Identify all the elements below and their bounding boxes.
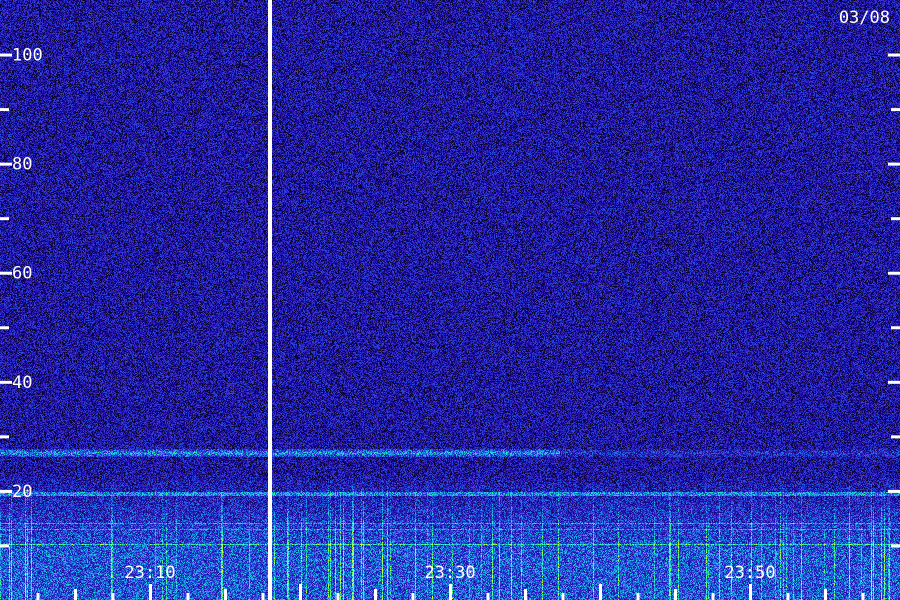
x-tick bbox=[186, 593, 190, 600]
x-tick bbox=[636, 593, 640, 600]
y-major-tick bbox=[0, 489, 12, 493]
x-tick bbox=[524, 589, 527, 600]
y-tick-label: 100 bbox=[12, 46, 43, 66]
y-minor-tick bbox=[0, 326, 9, 330]
x-tick bbox=[111, 593, 115, 600]
y-axis-ticks: 20 40 60 80 100 bbox=[0, 46, 900, 548]
y-tick-label: 40 bbox=[12, 373, 32, 393]
x-tick bbox=[149, 584, 152, 600]
x-tick bbox=[599, 584, 602, 600]
x-tick bbox=[374, 589, 377, 600]
x-tick bbox=[261, 593, 265, 600]
x-tick-label: 23:30 bbox=[424, 563, 475, 583]
x-tick bbox=[674, 589, 677, 600]
y-major-tick-right bbox=[888, 271, 900, 275]
x-tick bbox=[336, 593, 340, 600]
y-minor-tick-right bbox=[891, 217, 900, 221]
y-tick-label: 20 bbox=[12, 482, 32, 502]
x-tick bbox=[449, 584, 452, 600]
x-tick bbox=[786, 593, 790, 600]
chart-axes-overlay: 20 40 60 80 100 23:10 23:30 23:50 03/08 bbox=[0, 0, 900, 600]
y-major-tick bbox=[0, 53, 12, 57]
y-major-tick-right bbox=[888, 53, 900, 57]
y-major-tick-right bbox=[888, 162, 900, 166]
y-minor-tick bbox=[0, 217, 9, 221]
y-major-tick bbox=[0, 162, 12, 166]
x-tick bbox=[224, 589, 227, 600]
x-tick bbox=[561, 593, 565, 600]
y-minor-tick bbox=[0, 544, 9, 548]
x-axis-ticks: 23:10 23:30 23:50 bbox=[36, 563, 865, 600]
y-tick-label: 80 bbox=[12, 155, 32, 175]
data-gap-line bbox=[268, 0, 272, 600]
y-major-tick-right bbox=[888, 489, 900, 493]
x-tick-label: 23:50 bbox=[724, 563, 775, 583]
y-tick-label: 60 bbox=[12, 264, 32, 284]
x-tick bbox=[749, 584, 752, 600]
y-major-tick bbox=[0, 271, 12, 275]
date-label: 03/08 bbox=[839, 8, 890, 28]
y-minor-tick bbox=[0, 435, 9, 439]
x-tick bbox=[824, 589, 827, 600]
x-tick bbox=[486, 593, 490, 600]
y-major-tick-right bbox=[888, 380, 900, 384]
y-minor-tick-right bbox=[891, 435, 900, 439]
x-tick bbox=[861, 593, 865, 600]
x-tick-label: 23:10 bbox=[124, 563, 175, 583]
y-minor-tick-right bbox=[891, 326, 900, 330]
x-tick bbox=[411, 593, 415, 600]
x-tick bbox=[299, 584, 302, 600]
x-tick bbox=[36, 593, 40, 600]
y-major-tick bbox=[0, 380, 12, 384]
y-minor-tick bbox=[0, 108, 9, 112]
x-tick bbox=[711, 593, 715, 600]
x-tick bbox=[74, 589, 77, 600]
y-minor-tick-right bbox=[891, 544, 900, 548]
data-gap-layer bbox=[268, 0, 272, 600]
spectrogram-chart: 20 40 60 80 100 23:10 23:30 23:50 03/08 bbox=[0, 0, 900, 600]
y-minor-tick-right bbox=[891, 108, 900, 112]
